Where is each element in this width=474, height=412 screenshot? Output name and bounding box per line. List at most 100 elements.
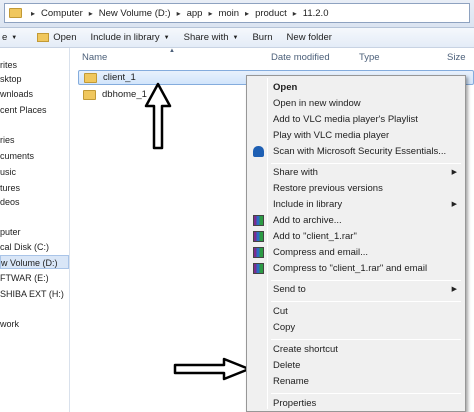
menu-item-delete[interactable]: Delete: [249, 358, 463, 373]
menu-item-scan-mse[interactable]: Scan with Microsoft Security Essentials.…: [249, 144, 463, 159]
triangle-right-icon: ▶: [451, 169, 457, 176]
sort-ascending-icon: ▲: [169, 48, 175, 54]
context-menu: Open Open in new window Add to VLC media…: [246, 75, 466, 412]
chevron-right-icon[interactable]: ▸: [31, 9, 35, 18]
file-name: client_1: [103, 72, 136, 83]
menu-item-label: Play with VLC media player: [273, 130, 390, 141]
nav-item-recent-places[interactable]: cent Places: [0, 103, 47, 117]
menu-item-copy[interactable]: Copy: [249, 320, 463, 335]
chevron-down-icon: ▼: [11, 34, 18, 41]
menu-item-include-in-library[interactable]: Include in library ▶: [249, 197, 463, 212]
breadcrumb-version[interactable]: 11.2.0: [303, 8, 329, 19]
menu-item-label: Share with: [273, 167, 318, 178]
menu-separator: [271, 339, 461, 340]
navigation-pane: rites sktop wnloads cent Places ries cum…: [0, 48, 70, 412]
menu-separator: [271, 280, 461, 281]
column-header-type[interactable]: Type: [359, 52, 380, 63]
winrar-icon: [253, 231, 264, 242]
open-button[interactable]: Open: [37, 32, 77, 43]
menu-item-create-shortcut[interactable]: Create shortcut: [249, 342, 463, 357]
menu-item-rename[interactable]: Rename: [249, 374, 463, 389]
command-toolbar: e ▼ Open Include in library ▼ Share with…: [0, 28, 474, 48]
nav-item-downloads[interactable]: wnloads: [0, 87, 33, 101]
menu-item-label: Scan with Microsoft Security Essentials.…: [273, 146, 447, 157]
nav-item-videos[interactable]: deos: [0, 195, 20, 209]
menu-item-label: Send to: [273, 284, 306, 295]
nav-item-documents[interactable]: cuments: [0, 149, 34, 163]
menu-item-compress-to-client-rar-and-email[interactable]: Compress to "client_1.rar" and email: [249, 261, 463, 276]
winrar-icon: [253, 263, 264, 274]
open-folder-icon: [37, 33, 50, 42]
menu-item-label: Add to archive...: [273, 215, 342, 226]
organize-label: e: [2, 32, 8, 43]
address-bar-area: ▸ Computer ▸ New Volume (D:) ▸ app ▸ moi…: [0, 0, 474, 28]
menu-item-label: Compress and email...: [273, 247, 369, 258]
folder-icon: [9, 8, 22, 18]
menu-item-label: Compress to "client_1.rar" and email: [273, 263, 428, 274]
nav-item-computer[interactable]: puter: [0, 225, 21, 239]
chevron-right-icon[interactable]: ▸: [245, 9, 249, 18]
menu-item-add-to-archive[interactable]: Add to archive...: [249, 213, 463, 228]
nav-item-pictures[interactable]: tures: [0, 181, 20, 195]
breadcrumb-computer[interactable]: Computer: [41, 8, 83, 19]
menu-item-restore-previous-versions[interactable]: Restore previous versions: [249, 181, 463, 196]
menu-item-cut[interactable]: Cut: [249, 304, 463, 319]
menu-item-share-with[interactable]: Share with ▶: [249, 165, 463, 180]
menu-item-compress-and-email[interactable]: Compress and email...: [249, 245, 463, 260]
winrar-icon: [253, 215, 264, 226]
column-header-size[interactable]: Size: [447, 52, 465, 63]
organize-button[interactable]: e ▼: [2, 32, 17, 43]
menu-item-play-vlc[interactable]: Play with VLC media player: [249, 128, 463, 143]
nav-item-libraries[interactable]: ries: [0, 133, 15, 147]
column-header-date-modified[interactable]: Date modified: [271, 52, 330, 63]
breadcrumb-product[interactable]: product: [255, 8, 287, 19]
menu-item-label: Rename: [273, 376, 309, 387]
menu-separator: [271, 393, 461, 394]
menu-item-add-vlc-playlist[interactable]: Add to VLC media player's Playlist: [249, 112, 463, 127]
menu-item-label: Create shortcut: [273, 344, 338, 355]
menu-item-label: Open in new window: [273, 98, 361, 109]
menu-item-send-to[interactable]: Send to ▶: [249, 282, 463, 297]
new-folder-button[interactable]: New folder: [287, 32, 332, 43]
chevron-right-icon[interactable]: ▸: [89, 9, 93, 18]
menu-item-properties[interactable]: Properties: [249, 396, 463, 411]
breadcrumb-moin[interactable]: moin: [218, 8, 239, 19]
triangle-right-icon: ▶: [451, 201, 457, 208]
security-shield-icon: [253, 146, 264, 157]
nav-item-local-disk-c[interactable]: cal Disk (C:): [0, 240, 49, 254]
menu-separator: [271, 301, 461, 302]
nav-item-favorites[interactable]: rites: [0, 58, 17, 72]
menu-item-open-new-window[interactable]: Open in new window: [249, 96, 463, 111]
open-label: Open: [53, 32, 77, 43]
column-header-name[interactable]: Name: [82, 52, 107, 63]
chevron-right-icon[interactable]: ▸: [177, 9, 181, 18]
menu-item-open[interactable]: Open: [249, 80, 463, 95]
share-with-button[interactable]: Share with ▼: [184, 32, 239, 43]
address-bar[interactable]: ▸ Computer ▸ New Volume (D:) ▸ app ▸ moi…: [4, 3, 470, 23]
folder-icon: [83, 89, 96, 100]
nav-item-music[interactable]: usic: [0, 165, 16, 179]
file-row-dbhome-1[interactable]: dbhome_1: [78, 87, 147, 102]
menu-item-label: Add to VLC media player's Playlist: [273, 114, 418, 125]
menu-item-label: Restore previous versions: [273, 183, 383, 194]
breadcrumb-app[interactable]: app: [187, 8, 203, 19]
nav-item-toshiba-ext-h[interactable]: SHIBA EXT (H:): [0, 287, 64, 301]
nav-item-new-volume-d[interactable]: w Volume (D:): [0, 255, 69, 269]
nav-item-network[interactable]: work: [0, 317, 19, 331]
chevron-down-icon: ▼: [232, 34, 239, 41]
menu-item-label: Delete: [273, 360, 301, 371]
nav-item-softwar-e[interactable]: FTWAR (E:): [0, 271, 49, 285]
menu-item-label: Include in library: [273, 199, 343, 210]
include-in-library-button[interactable]: Include in library ▼: [91, 32, 170, 43]
folder-icon: [84, 72, 97, 83]
nav-item-desktop[interactable]: sktop: [0, 72, 22, 86]
chevron-right-icon[interactable]: ▸: [208, 9, 212, 18]
chevron-right-icon[interactable]: ▸: [293, 9, 297, 18]
burn-button[interactable]: Burn: [252, 32, 272, 43]
menu-item-add-to-client-rar[interactable]: Add to "client_1.rar": [249, 229, 463, 244]
annotation-right-arrow-icon: [173, 357, 251, 381]
breadcrumb-new-volume[interactable]: New Volume (D:): [99, 8, 171, 19]
menu-item-label: Add to "client_1.rar": [273, 231, 357, 242]
menu-item-label: Copy: [273, 322, 296, 333]
annotation-up-arrow-icon: [144, 82, 172, 150]
